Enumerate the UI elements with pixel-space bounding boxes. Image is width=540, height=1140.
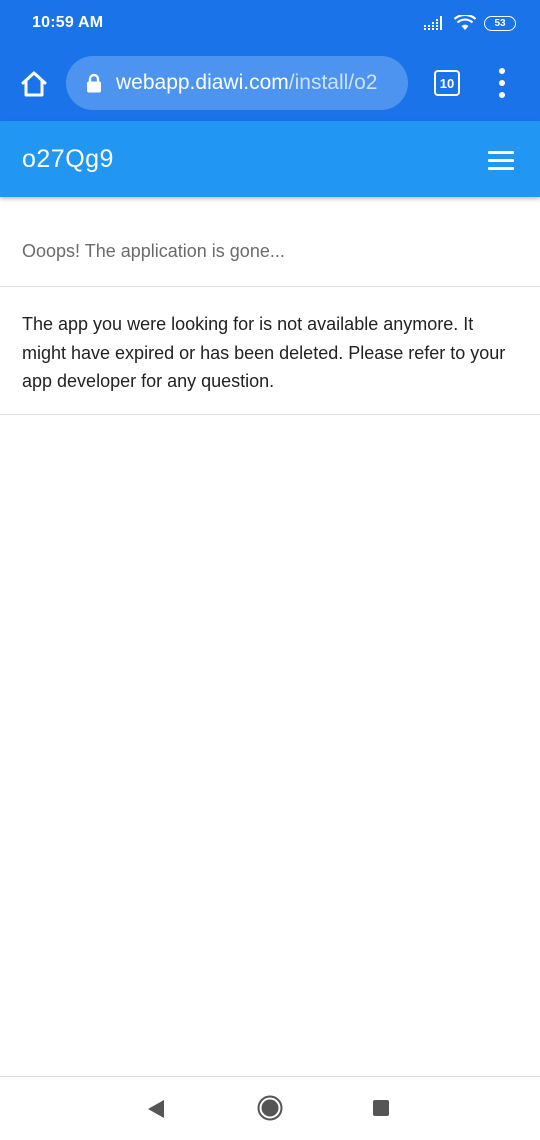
error-heading: Ooops! The application is gone... — [22, 241, 285, 261]
screen: 10:59 AM 53 webapp.diawi.com/install/o2 … — [0, 0, 540, 1140]
back-icon[interactable] — [147, 1099, 165, 1119]
battery-icon: 53 — [484, 15, 516, 31]
home-icon[interactable] — [18, 68, 50, 100]
signal-icon — [424, 16, 442, 30]
divider — [0, 414, 540, 415]
address-bar[interactable]: webapp.diawi.com/install/o2 — [66, 56, 408, 110]
lock-icon — [87, 73, 101, 93]
error-message: The app you were looking for is not avai… — [22, 314, 506, 391]
browser-toolbar: webapp.diawi.com/install/o2 10 — [0, 46, 540, 121]
divider — [0, 286, 540, 287]
recents-icon[interactable] — [373, 1100, 389, 1116]
url-path: /install/o2 — [288, 71, 378, 94]
more-vert-icon[interactable] — [492, 68, 512, 98]
page-title: o27Qg9 — [22, 145, 114, 173]
hamburger-icon[interactable] — [488, 149, 516, 171]
status-icons: 53 — [424, 12, 516, 34]
status-time: 10:59 AM — [32, 14, 104, 31]
status-bar: 10:59 AM 53 — [0, 0, 540, 46]
wifi-icon — [454, 15, 476, 30]
system-nav-bar — [0, 1076, 540, 1140]
app-header: o27Qg9 — [0, 121, 540, 197]
url-host: webapp.diawi.com — [116, 71, 289, 94]
url-text[interactable]: webapp.diawi.com/install/o2 — [116, 71, 402, 95]
tabs-icon[interactable]: 10 — [434, 70, 460, 96]
home-circle-icon[interactable] — [257, 1095, 283, 1121]
